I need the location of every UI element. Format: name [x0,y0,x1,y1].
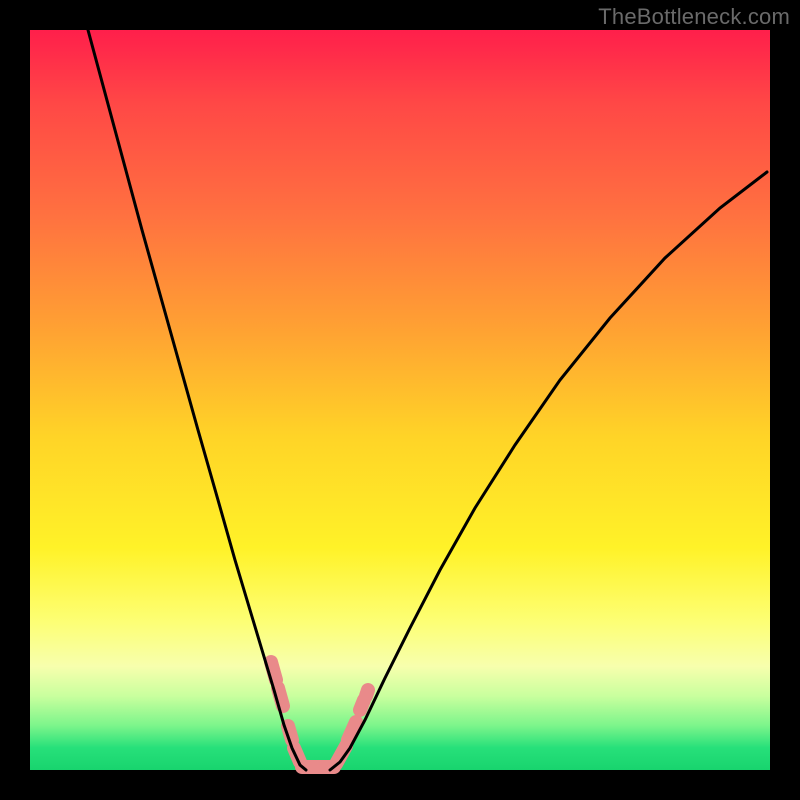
chart-svg [30,30,770,770]
pink-dash-group [271,662,368,767]
outer-frame: TheBottleneck.com [0,0,800,800]
watermark-text: TheBottleneck.com [598,4,790,30]
chart-plot-area [30,30,770,770]
curve-right-branch [330,172,767,770]
pink-dash-segment [366,690,368,696]
